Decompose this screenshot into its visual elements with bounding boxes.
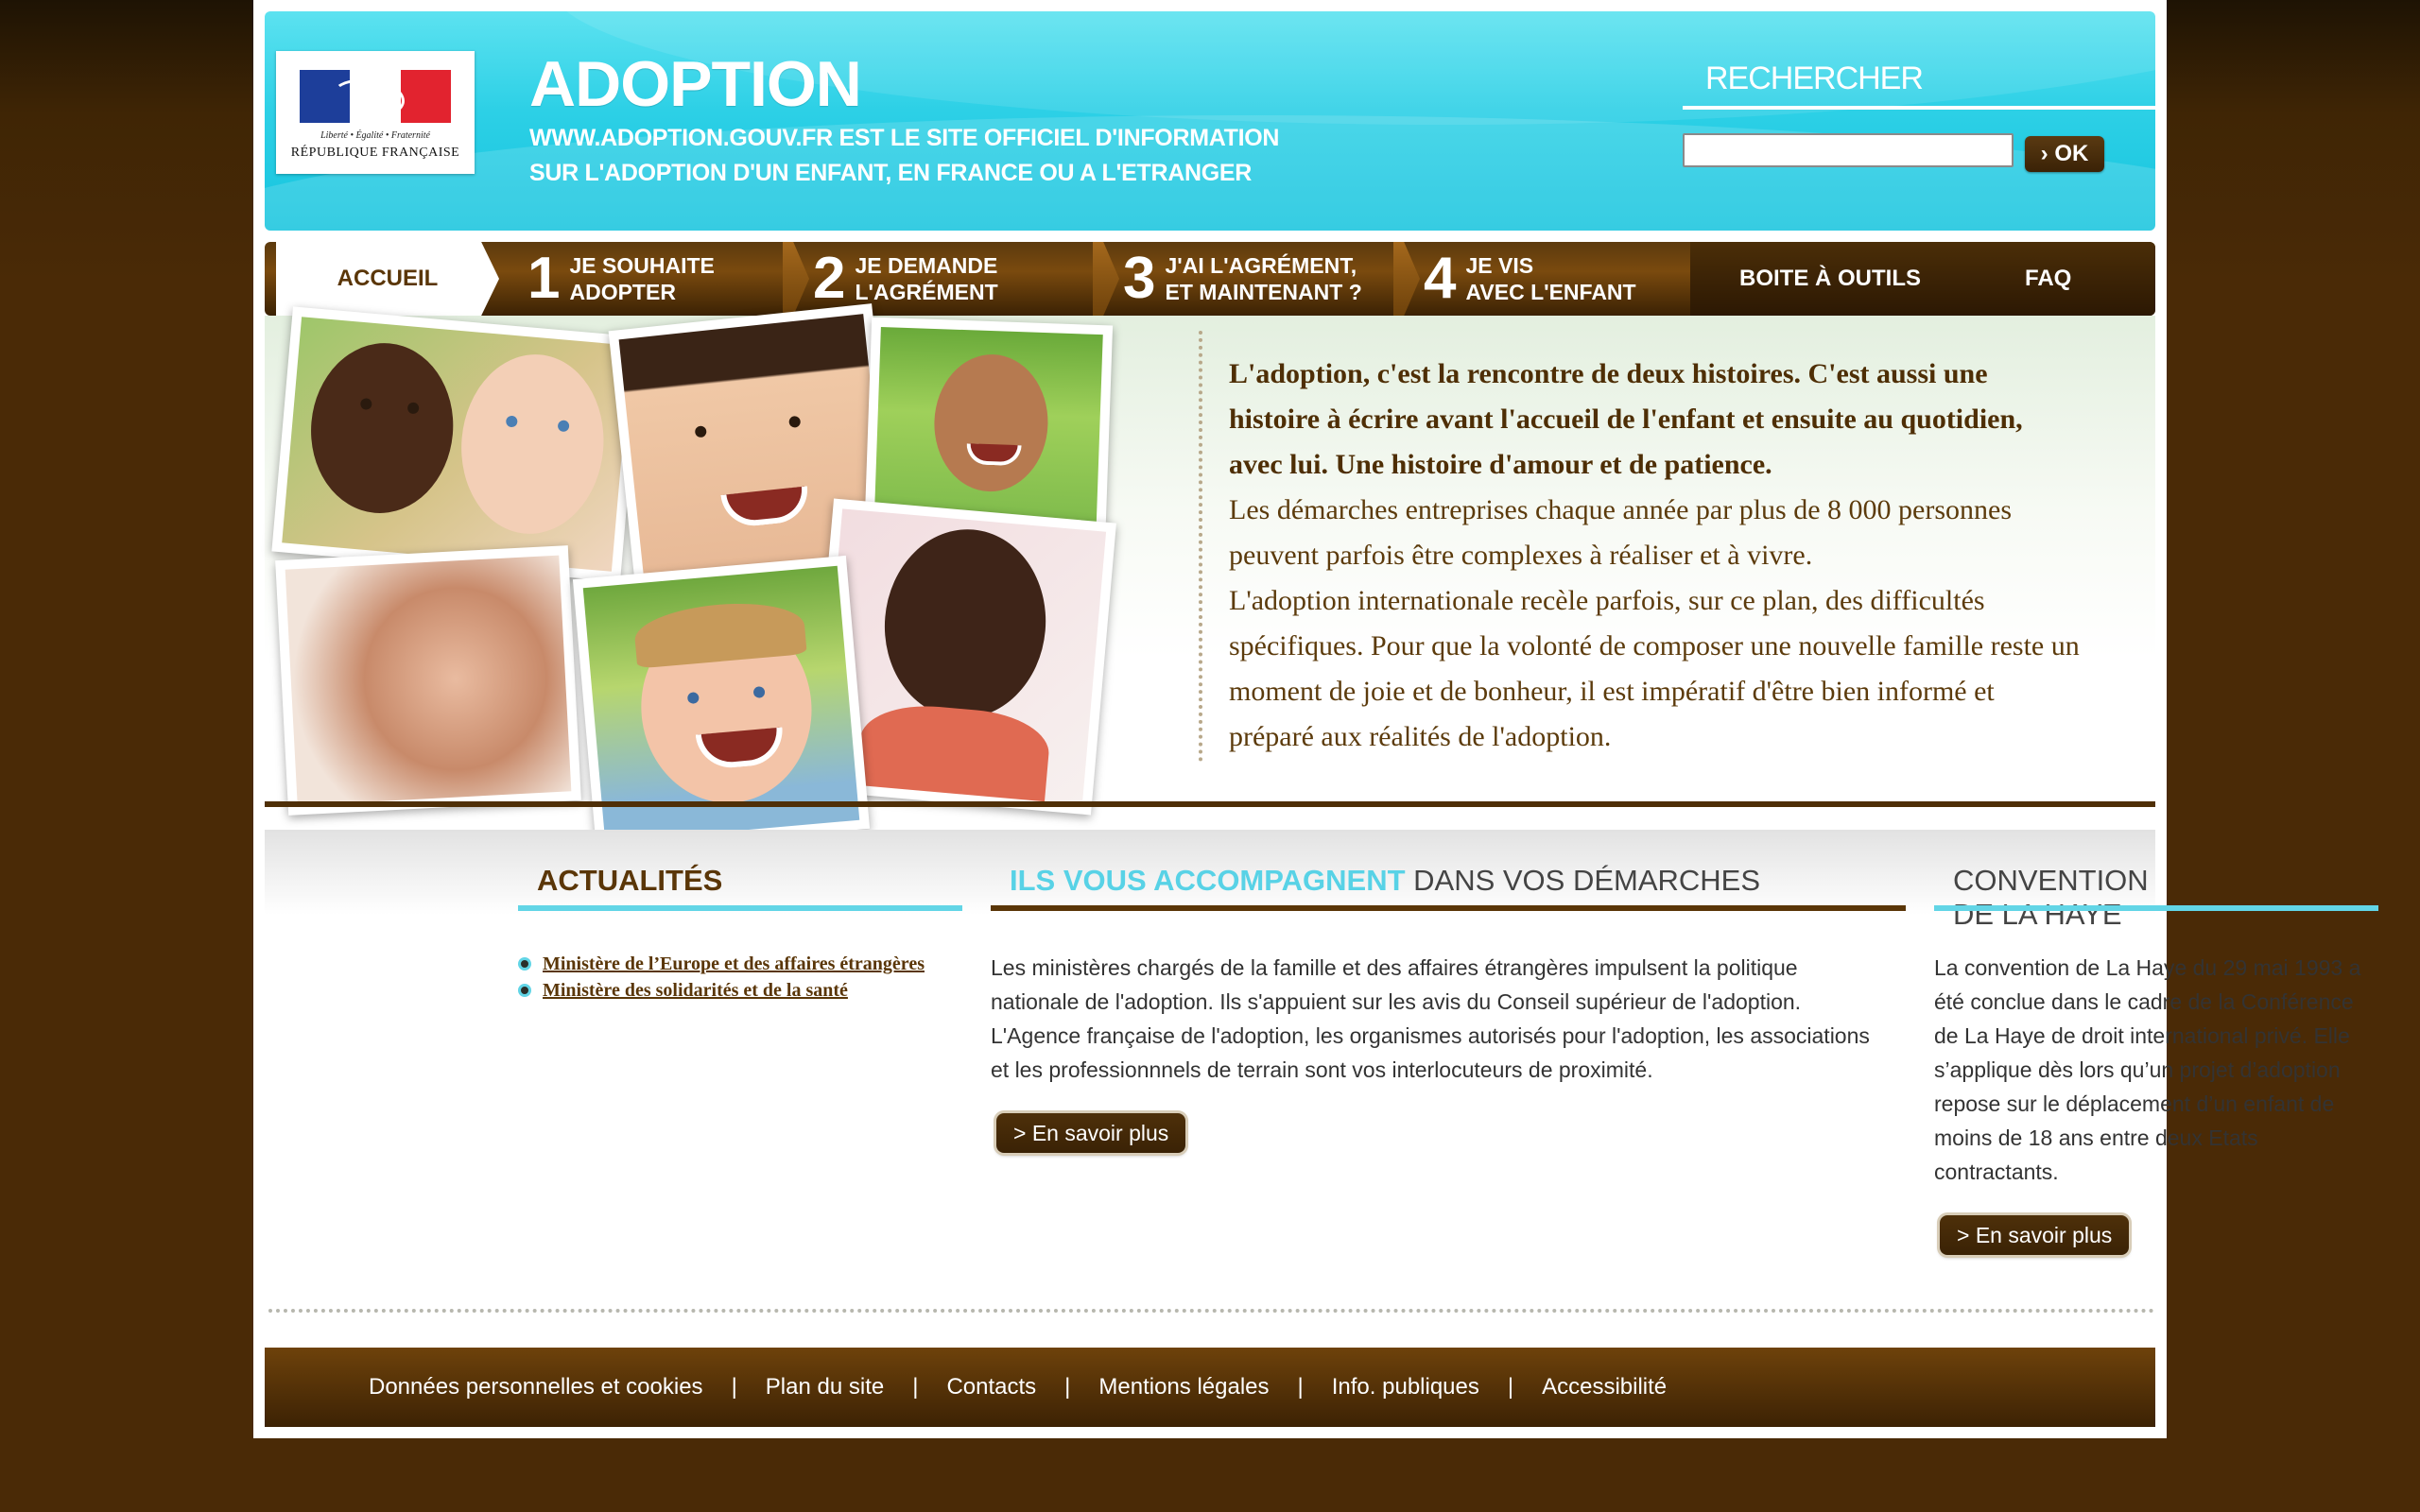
nav-tools[interactable]: BOITE À OUTILS	[1739, 242, 1921, 316]
news-list: Ministère de l’Europe et des affaires ét…	[518, 951, 925, 1004]
nav-step-2-number: 2	[813, 246, 846, 311]
haye-title-underline	[1934, 905, 2378, 911]
footer-separator: |	[1064, 1374, 1071, 1400]
intro-divider	[1199, 331, 1202, 762]
nav-home[interactable]: ACCUEIL	[276, 242, 499, 316]
site-subtitle-line1: WWW.ADOPTION.GOUV.FR EST LE SITE OFFICIE…	[529, 125, 1280, 151]
haye-title: CONVENTION DE LA HAYE	[1953, 864, 2149, 931]
intro-lead: L'adoption, c'est la rencontre de deux h…	[1229, 358, 2023, 480]
nav-step-1-label: JE SOUHAITE ADOPTER	[569, 253, 715, 304]
nav-arrow	[1393, 242, 1420, 316]
marianne-flag-icon	[300, 70, 451, 123]
site-subtitle-line2: SUR L'ADOPTION D'UN ENFANT, EN FRANCE OU…	[529, 160, 1252, 186]
site-header: Liberté • Égalité • Fraternité RÉPUBLIQU…	[265, 11, 2155, 231]
nav-step-3-number: 3	[1123, 246, 1156, 311]
footer-link-privacy[interactable]: Données personnelles et cookies	[369, 1374, 703, 1400]
footer-separator: |	[912, 1374, 919, 1400]
nav-step-4[interactable]: 4 JE VIS AVEC L'ENFANT	[1424, 242, 1688, 316]
nav-faq[interactable]: FAQ	[2025, 242, 2071, 316]
footer-link-legal[interactable]: Mentions légales	[1098, 1374, 1269, 1400]
nav-step-4-number: 4	[1424, 246, 1457, 311]
intro-text: L'adoption, c'est la rencontre de deux h…	[1229, 352, 2080, 760]
news-link-foreign-affairs[interactable]: Ministère de l’Europe et des affaires ét…	[543, 954, 925, 975]
nav-step-4-label: JE VIS AVEC L'ENFANT	[1465, 253, 1636, 304]
footer-separator: |	[1507, 1374, 1514, 1400]
accompany-title: ILS VOUS ACCOMPAGNENT DANS VOS DÉMARCHES	[1010, 864, 1760, 898]
news-title: ACTUALITÉS	[537, 864, 723, 897]
haye-text: La convention de La Haye du 29 mai 1993 …	[1934, 955, 2361, 1184]
dotted-divider	[268, 1309, 2155, 1313]
logo-motto: Liberté • Égalité • Fraternité	[320, 130, 430, 141]
nav-step-1[interactable]: 1 JE SOUHAITE ADOPTER	[527, 242, 745, 316]
footer-link-contacts[interactable]: Contacts	[946, 1374, 1036, 1400]
page-container: Liberté • Égalité • Fraternité RÉPUBLIQU…	[253, 0, 2378, 1438]
footer-separator: |	[731, 1374, 737, 1400]
news-title-underline	[518, 905, 962, 911]
accompany-text: Les ministères chargés de la famille et …	[991, 955, 1870, 1082]
nav-arrow	[783, 242, 809, 316]
nav-step-3-label: J'AI L'AGRÉMENT, ET MAINTENANT ?	[1165, 253, 1362, 304]
accompany-more-button[interactable]: > En savoir plus	[996, 1113, 1186, 1153]
nav-step-1-number: 1	[527, 246, 561, 311]
site-title[interactable]: ADOPTION	[529, 47, 862, 121]
footer-separator: |	[1297, 1374, 1304, 1400]
haye-more-button[interactable]: > En savoir plus	[1940, 1215, 2130, 1255]
logo-republic-text: RÉPUBLIQUE FRANÇAISE	[290, 146, 460, 160]
news-link-health[interactable]: Ministère des solidarités et de la santé	[543, 980, 848, 1002]
footer-link-sitemap[interactable]: Plan du site	[766, 1374, 884, 1400]
footer-links: Données personnelles et cookies | Plan d…	[369, 1348, 1667, 1427]
site-footer: Données personnelles et cookies | Plan d…	[265, 1348, 2155, 1427]
nav-step-3[interactable]: 3 J'AI L'AGRÉMENT, ET MAINTENANT ?	[1123, 242, 1388, 316]
photo-blond-boy	[572, 555, 871, 853]
accompany-title-underline	[991, 905, 1906, 911]
bullet-icon	[518, 984, 531, 997]
footer-link-public-info[interactable]: Info. publiques	[1332, 1374, 1479, 1400]
photo-two-girls	[271, 306, 642, 582]
accompany-title-highlight: ILS VOUS ACCOMPAGNENT	[1010, 864, 1406, 897]
search-divider	[1683, 106, 2155, 110]
search-input[interactable]	[1683, 133, 2014, 167]
footer-link-accessibility[interactable]: Accessibilité	[1542, 1374, 1667, 1400]
main-nav: ACCUEIL 1 JE SOUHAITE ADOPTER 2 JE DEMAN…	[265, 242, 2155, 316]
intro-paragraph-2: L'adoption internationale recèle parfois…	[1229, 585, 2080, 752]
nav-step-2-label: JE DEMANDE L'AGRÉMENT	[855, 253, 998, 304]
intro-paragraph-1: Les démarches entreprises chaque année p…	[1229, 494, 2013, 571]
search-ok-button[interactable]: › OK	[2025, 136, 2104, 172]
news-list-item: Ministère de l’Europe et des affaires ét…	[518, 951, 925, 977]
intro-bottom-border	[265, 801, 2155, 807]
search-title: RECHERCHER	[1705, 60, 1924, 96]
site-subtitle: WWW.ADOPTION.GOUV.FR EST LE SITE OFFICIE…	[529, 121, 1427, 191]
republique-francaise-logo[interactable]: Liberté • Égalité • Fraternité RÉPUBLIQU…	[276, 51, 475, 174]
nav-arrow	[1093, 242, 1119, 316]
photo-holding-hands	[275, 545, 581, 816]
accompany-title-rest: DANS VOS DÉMARCHES	[1405, 864, 1761, 897]
news-list-item: Ministère des solidarités et de la santé	[518, 977, 925, 1004]
bullet-icon	[518, 957, 531, 971]
